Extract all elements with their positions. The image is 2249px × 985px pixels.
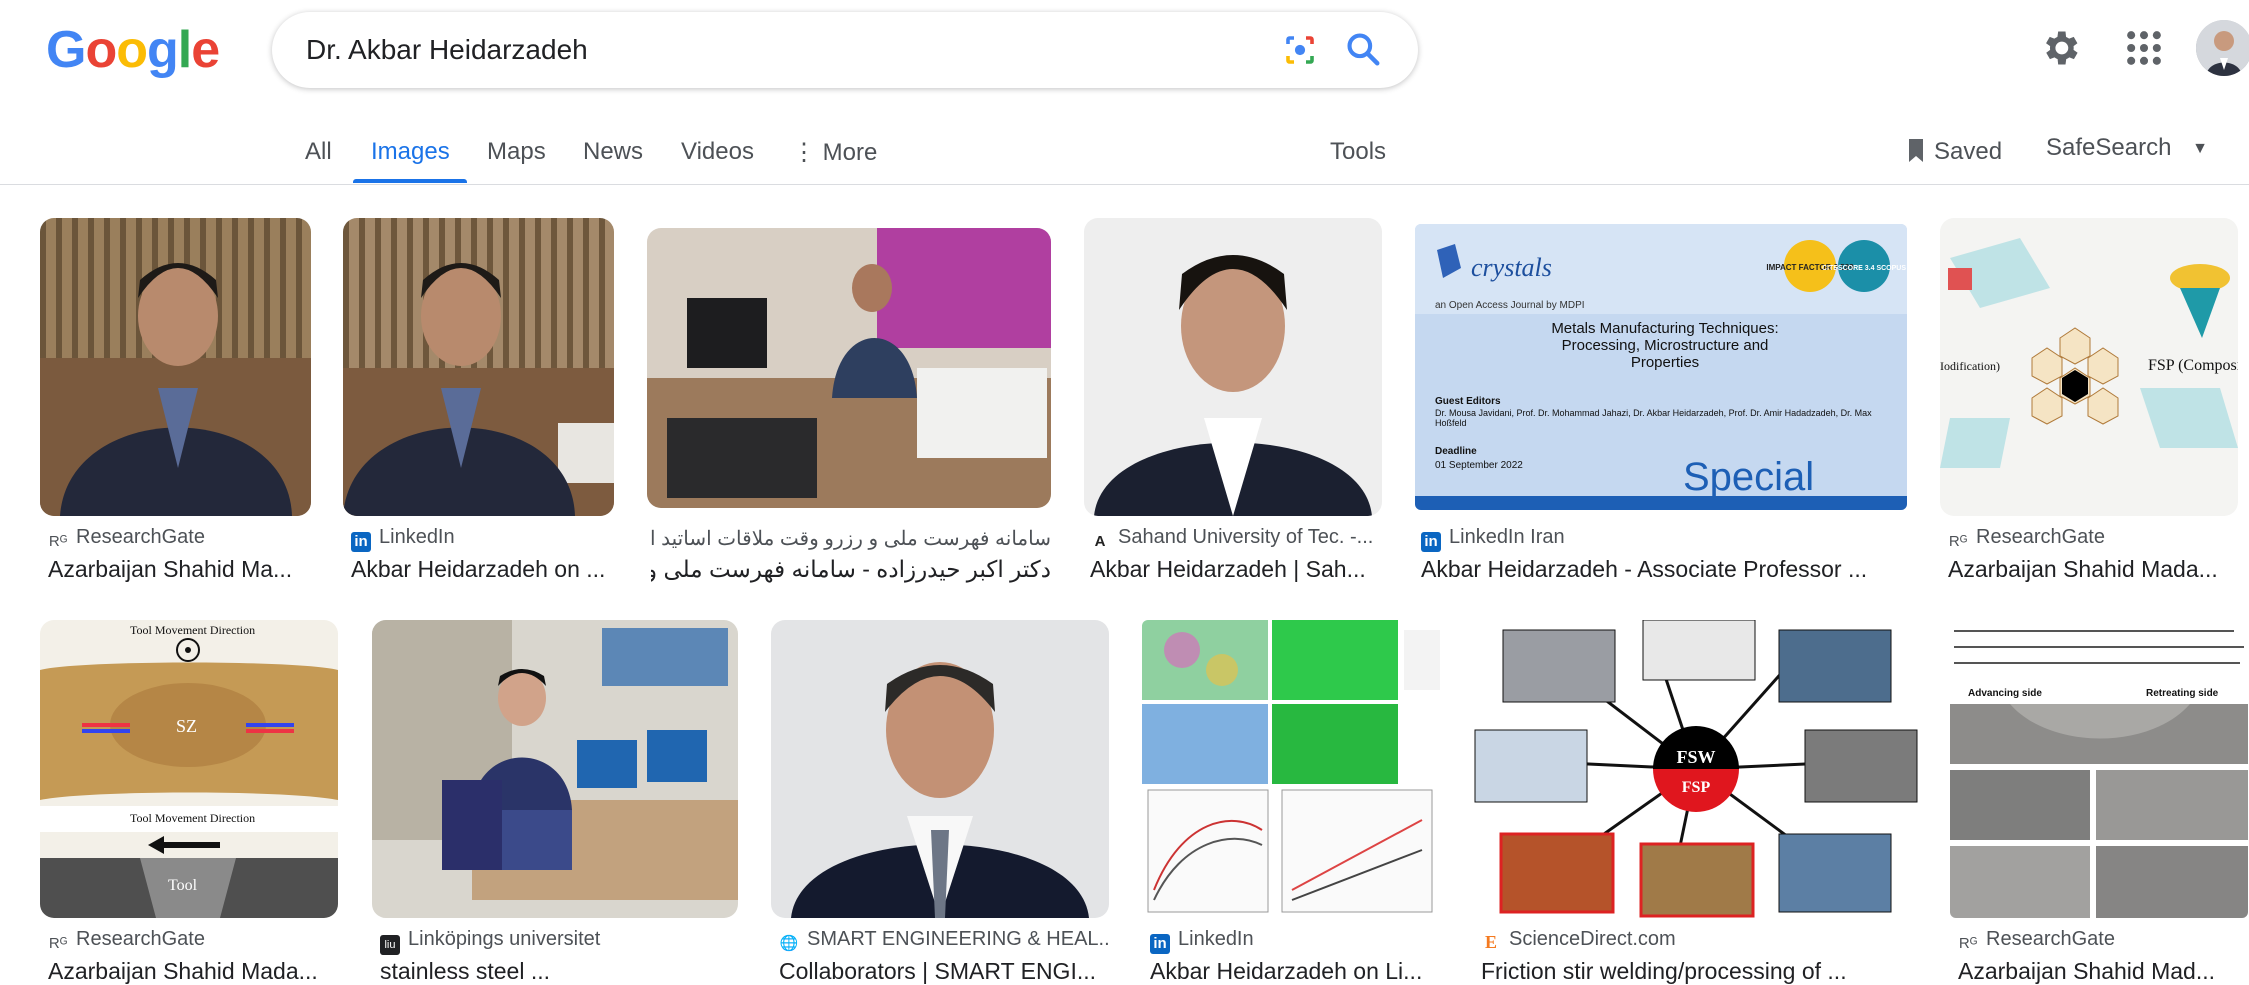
- fsp-composite-label: FSP (Composite Pro: [2148, 357, 2238, 374]
- result-title[interactable]: Azarbaijan Shahid Mada...: [48, 958, 338, 985]
- saved-label: Saved: [1934, 138, 2003, 165]
- saved-button[interactable]: Saved: [1906, 138, 2002, 166]
- result-thumbnail[interactable]: [1142, 620, 1440, 918]
- result-thumbnail[interactable]: FSW FSP: [1473, 620, 1919, 918]
- tool-direction-label: Tool Movement Direction: [130, 623, 255, 637]
- result-source[interactable]: 🌐 SMART ENGINEERING & HEAL...: [779, 928, 1109, 954]
- result-title[interactable]: Akbar Heidarzadeh | Sah...: [1090, 556, 1382, 583]
- researchgate-icon: Rᴳ: [48, 935, 68, 952]
- result-thumbnail[interactable]: crystals an Open Access Journal by MDPI …: [1415, 224, 1907, 510]
- globe-icon: 🌐: [779, 935, 799, 952]
- tab-videos[interactable]: Videos: [681, 138, 754, 166]
- result-title[interactable]: Akbar Heidarzadeh on Li...: [1150, 958, 1440, 985]
- tab-more-label: More: [822, 139, 878, 166]
- tools-button[interactable]: Tools: [1330, 138, 1386, 166]
- tab-more[interactable]: ⋮ More: [792, 138, 877, 167]
- result-source[interactable]: A Sahand University of Tec. -...: [1090, 526, 1382, 552]
- apps-grid-icon[interactable]: [2122, 26, 2166, 70]
- crystals-deadline-label: Deadline: [1435, 446, 1477, 457]
- result-source[interactable]: liu Linköpings universitet: [380, 928, 738, 955]
- linkedin-icon: in: [1421, 532, 1441, 552]
- result-source[interactable]: Rᴳ ResearchGate: [48, 526, 308, 552]
- result-source[interactable]: سامانه فهرست ملی و رزرو وقت ملاقات اساتی…: [651, 526, 1051, 554]
- tab-all[interactable]: All: [305, 138, 332, 166]
- result-title[interactable]: Akbar Heidarzadeh - Associate Professor …: [1421, 556, 1901, 583]
- result-title[interactable]: Friction stir welding/processing of ...: [1481, 958, 1919, 985]
- crystals-editors: Dr. Mousa Javidani, Prof. Dr. Mohammad J…: [1435, 408, 1872, 428]
- account-avatar[interactable]: [2196, 20, 2249, 76]
- result-source[interactable]: Rᴳ ResearchGate: [1948, 526, 2238, 552]
- active-tab-indicator: [353, 179, 467, 183]
- tool-direction-label-2: Tool Movement Direction: [130, 811, 255, 825]
- google-lens-icon[interactable]: [1282, 32, 1318, 68]
- crystals-citescore: CITESCORE 3.4 SCOPUS: [1822, 265, 1906, 272]
- result-title[interactable]: Collaborators | SMART ENGI...: [779, 958, 1109, 985]
- result-thumbnail[interactable]: [343, 218, 614, 516]
- result-thumbnail[interactable]: [771, 620, 1109, 918]
- result-title[interactable]: Azarbaijan Shahid Mada...: [1948, 556, 2238, 583]
- researchgate-icon: Rᴳ: [1948, 533, 1968, 550]
- bookmark-icon: [1909, 139, 1923, 162]
- tab-news[interactable]: News: [583, 138, 643, 166]
- result-title[interactable]: Azarbaijan Shahid Mad...: [1958, 958, 2248, 985]
- elsevier-icon: E: [1484, 932, 1497, 952]
- google-logo[interactable]: Google: [46, 22, 220, 78]
- crystals-sub: an Open Access Journal by MDPI: [1435, 300, 1585, 311]
- tool-label: Tool: [168, 877, 198, 894]
- result-source[interactable]: in LinkedIn Iran: [1421, 526, 1901, 552]
- advancing-label: Advancing side: [1968, 688, 2042, 699]
- tab-images[interactable]: Images: [371, 138, 450, 166]
- dropdown-arrow-icon: ▼: [2192, 140, 2208, 157]
- linkedin-icon: in: [1150, 934, 1170, 954]
- tab-maps[interactable]: Maps: [487, 138, 546, 166]
- result-title[interactable]: دکتر اکبر حیدرزاده - سامانه فهرست ملی و …: [651, 556, 1051, 583]
- fsp-label: FSP: [1682, 779, 1711, 796]
- researchgate-icon: Rᴳ: [48, 533, 68, 550]
- linkedin-icon: in: [351, 532, 371, 552]
- search-input[interactable]: Dr. Akbar Heidarzadeh: [306, 34, 588, 66]
- result-source[interactable]: Rᴳ ResearchGate: [48, 928, 338, 954]
- crystals-title: Metals Manufacturing Techniques: Process…: [1551, 320, 1779, 371]
- result-source[interactable]: in LinkedIn: [1150, 928, 1440, 954]
- result-source[interactable]: in LinkedIn: [351, 526, 611, 552]
- result-thumbnail[interactable]: [647, 228, 1051, 508]
- crystals-deadline: 01 September 2022: [1435, 460, 1523, 471]
- search-icon[interactable]: [1344, 30, 1382, 68]
- retreating-label: Retreating side: [2146, 688, 2219, 699]
- result-source[interactable]: E ScienceDirect.com: [1481, 928, 1919, 952]
- crystals-editors-label: Guest Editors: [1435, 396, 1501, 407]
- result-title[interactable]: stainless steel ...: [380, 958, 738, 985]
- sz-label: SZ: [176, 716, 197, 736]
- result-title[interactable]: Azarbaijan Shahid Ma...: [48, 556, 310, 583]
- safesearch-dropdown[interactable]: SafeSearch ▼: [2046, 134, 2208, 162]
- fsw-label: FSW: [1676, 747, 1715, 767]
- result-thumbnail[interactable]: [1084, 218, 1382, 516]
- academia-icon: A: [1094, 533, 1106, 550]
- search-box[interactable]: Dr. Akbar Heidarzadeh: [272, 12, 1418, 88]
- more-vert-icon: ⋮: [792, 139, 816, 166]
- crystals-brand: crystals: [1471, 253, 1552, 282]
- result-thumbnail[interactable]: Advancing side Retreating side: [1950, 620, 2248, 918]
- settings-gear-icon[interactable]: [2038, 26, 2082, 70]
- liu-icon: liu: [380, 935, 400, 955]
- modification-label: Iodification): [1940, 359, 2000, 373]
- result-thumbnail[interactable]: [40, 218, 311, 516]
- result-thumbnail[interactable]: FSP (Composite Pro Iodification): [1940, 218, 2238, 516]
- result-title[interactable]: Akbar Heidarzadeh on ...: [351, 556, 613, 583]
- crystals-special: Special: [1683, 455, 1814, 499]
- result-source[interactable]: Rᴳ ResearchGate: [1958, 928, 2248, 954]
- researchgate-icon: Rᴳ: [1958, 935, 1978, 952]
- safesearch-label: SafeSearch: [2046, 134, 2172, 161]
- result-thumbnail[interactable]: Tool Movement Direction SZ Tool Movement…: [40, 620, 338, 918]
- search-tabs: All Images Maps News Videos ⋮ More Tools…: [0, 132, 2249, 185]
- result-thumbnail[interactable]: [372, 620, 738, 918]
